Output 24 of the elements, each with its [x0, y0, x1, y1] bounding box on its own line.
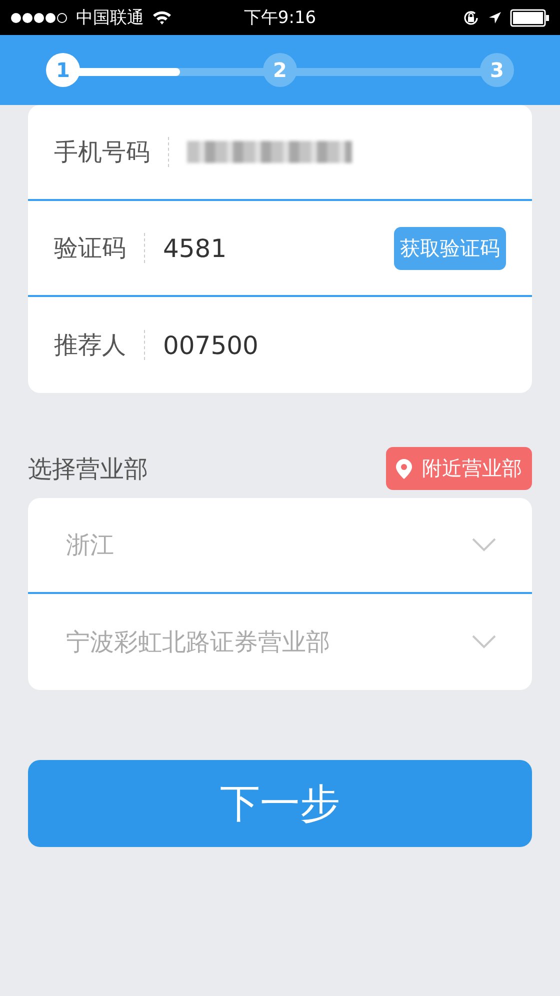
get-code-button[interactable]: 获取验证码 — [394, 226, 506, 270]
battery-icon — [510, 8, 550, 26]
select-field[interactable]: 宁波彩虹北路证券营业部 — [28, 594, 532, 690]
field-label: 手机号码 — [54, 137, 150, 168]
step-circle: 2 — [263, 53, 297, 87]
input-field[interactable]: 4581 — [163, 234, 227, 262]
input-field[interactable]: 007500 — [163, 330, 258, 360]
chevron-down-icon — [472, 538, 496, 552]
map-pin-icon — [396, 458, 412, 478]
chevron-down-icon — [472, 635, 496, 649]
signal-icon — [10, 12, 68, 24]
status-time: 下午9:16 — [244, 7, 316, 29]
step-circle: 3 — [480, 53, 514, 87]
field-label: 推荐人 — [54, 330, 126, 361]
rotation-lock-icon — [462, 8, 480, 26]
nearby-branch-button[interactable]: 附近营业部 — [386, 447, 532, 490]
location-arrow-icon — [488, 10, 502, 24]
carrier-name: 中国联通 — [76, 7, 144, 29]
field-label: 验证码 — [54, 233, 126, 264]
select-field[interactable]: 浙江 — [28, 498, 532, 594]
step-circle: 1 — [46, 53, 80, 87]
next-button[interactable]: 下一步 — [28, 760, 532, 847]
section-title: 选择营业部 — [28, 454, 148, 484]
wifi-icon — [152, 10, 172, 25]
